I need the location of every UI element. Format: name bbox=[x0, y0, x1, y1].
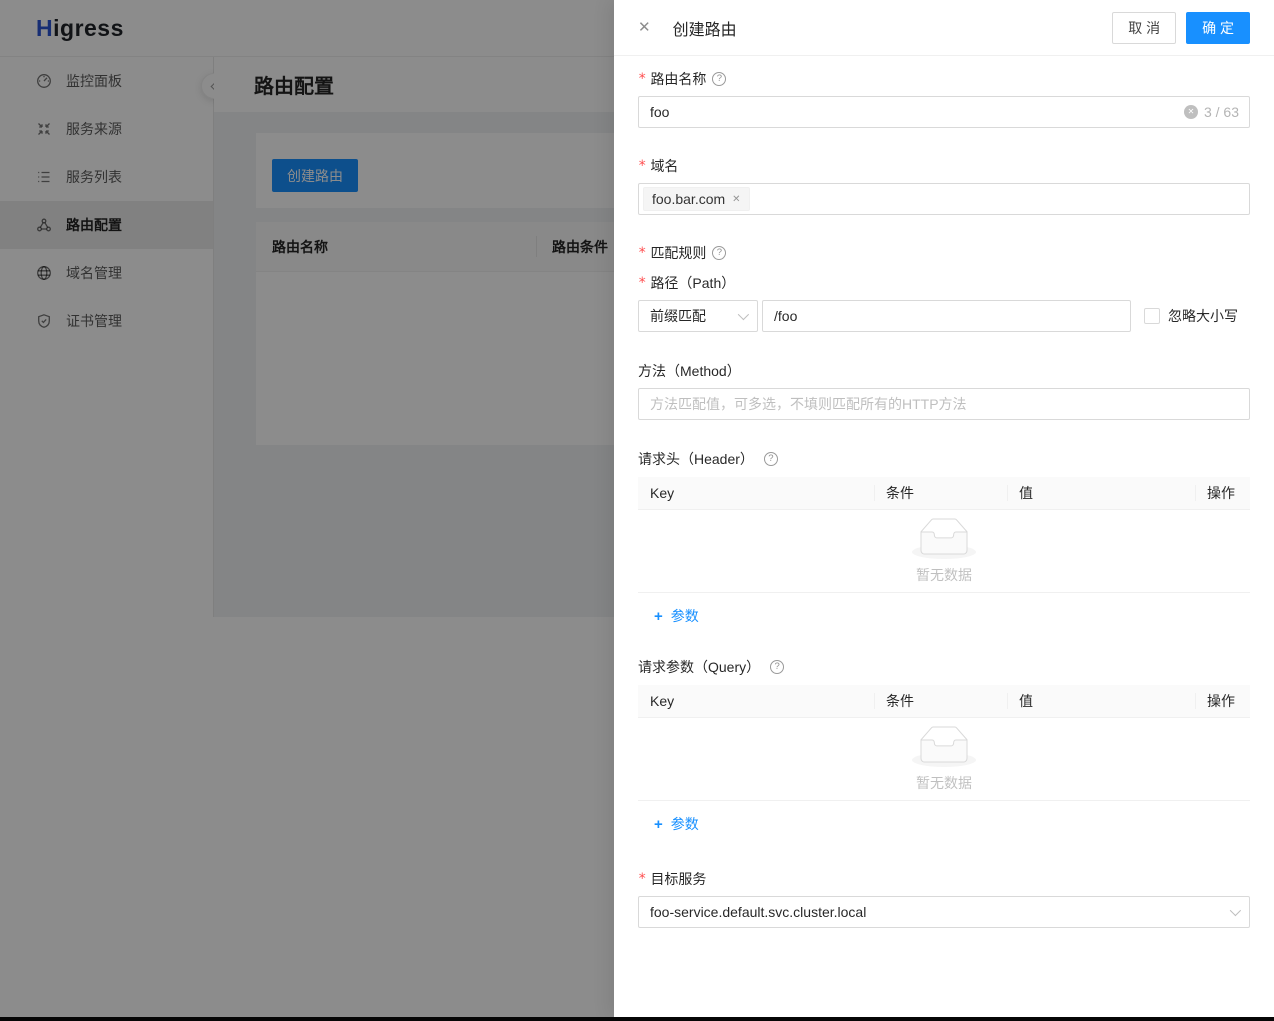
char-counter: 3 / 63 bbox=[1204, 104, 1239, 120]
match-rule-label: 匹配规则 bbox=[650, 243, 706, 263]
add-param-label: 参数 bbox=[671, 814, 699, 834]
header-label-row: 请求头（Header） ? bbox=[638, 448, 1250, 470]
help-icon[interactable]: ? bbox=[712, 72, 726, 86]
header-table: Key 条件 值 操作 暂无数 bbox=[638, 477, 1250, 626]
plus-icon: + bbox=[654, 608, 663, 625]
route-name-suffix: ✕ 3 / 63 bbox=[1184, 104, 1239, 120]
query-table-empty: 暂无数据 bbox=[638, 718, 1250, 801]
target-service-select[interactable]: foo-service.default.svc.cluster.local bbox=[638, 896, 1250, 928]
col-actions: 操作 bbox=[1195, 685, 1250, 717]
target-service-value: foo-service.default.svc.cluster.local bbox=[650, 904, 866, 920]
help-icon[interactable]: ? bbox=[712, 246, 726, 260]
col-key: Key bbox=[638, 685, 874, 717]
empty-text: 暂无数据 bbox=[916, 773, 972, 793]
ignore-case-label: 忽略大小写 bbox=[1168, 306, 1238, 326]
route-name-label-row: * 路由名称 ? bbox=[638, 68, 1250, 90]
tag-remove-icon[interactable]: ✕ bbox=[732, 194, 740, 205]
route-name-label: 路由名称 bbox=[650, 69, 706, 89]
screen: Higress 监控面板 服务来源 服务列表 bbox=[0, 0, 1274, 1021]
required-mark: * bbox=[638, 871, 646, 887]
path-match-type-select[interactable]: 前缀匹配 bbox=[638, 300, 758, 332]
chevron-down-icon bbox=[1230, 905, 1241, 916]
empty-box-icon bbox=[912, 518, 976, 559]
empty-text: 暂无数据 bbox=[916, 565, 972, 585]
clear-icon[interactable]: ✕ bbox=[1184, 105, 1198, 119]
help-icon[interactable]: ? bbox=[770, 660, 784, 674]
path-match-type-value: 前缀匹配 bbox=[650, 306, 706, 326]
close-icon[interactable]: ✕ bbox=[638, 20, 651, 35]
chevron-down-icon bbox=[738, 309, 749, 320]
add-param-label: 参数 bbox=[671, 606, 699, 626]
confirm-button[interactable]: 确 定 bbox=[1186, 12, 1250, 44]
method-label-row: 方法（Method） bbox=[638, 360, 1250, 382]
domain-tag: foo.bar.com ✕ bbox=[643, 187, 750, 211]
drawer-header: ✕ 创建路由 取 消 确 定 bbox=[614, 0, 1274, 56]
ignore-case-checkbox[interactable] bbox=[1144, 308, 1160, 324]
create-route-drawer: ✕ 创建路由 取 消 确 定 * 路由名称 ? ✕ 3 / 63 bbox=[614, 0, 1274, 1017]
col-value: 值 bbox=[1007, 685, 1195, 717]
empty-box-icon bbox=[912, 726, 976, 767]
required-mark: * bbox=[638, 71, 646, 87]
drawer-mask[interactable] bbox=[0, 0, 614, 1017]
cancel-button[interactable]: 取 消 bbox=[1112, 12, 1176, 44]
help-icon[interactable]: ? bbox=[764, 452, 778, 466]
query-label-row: 请求参数（Query） ? bbox=[638, 656, 1250, 678]
col-actions: 操作 bbox=[1195, 477, 1250, 509]
path-row: 前缀匹配 忽略大小写 bbox=[638, 300, 1250, 332]
domain-label-row: * 域名 bbox=[638, 155, 1250, 177]
required-mark: * bbox=[638, 158, 646, 174]
target-service-label-row: * 目标服务 bbox=[638, 868, 1250, 890]
route-name-field: ✕ 3 / 63 bbox=[638, 96, 1250, 128]
query-section-label: 请求参数（Query） bbox=[638, 657, 760, 677]
required-mark: * bbox=[638, 245, 646, 261]
required-mark: * bbox=[638, 275, 646, 291]
col-key: Key bbox=[638, 477, 874, 509]
domain-label: 域名 bbox=[650, 156, 678, 176]
domain-select[interactable]: foo.bar.com ✕ bbox=[638, 183, 1250, 215]
drawer-title: 创建路由 bbox=[673, 16, 737, 40]
header-add-row: + 参数 bbox=[638, 593, 1250, 626]
path-label-row: * 路径（Path） bbox=[638, 272, 1250, 294]
drawer-body: * 路由名称 ? ✕ 3 / 63 * 域名 foo.bar.com ✕ bbox=[614, 56, 1274, 952]
header-table-head: Key 条件 值 操作 bbox=[638, 477, 1250, 510]
method-input[interactable] bbox=[638, 388, 1250, 420]
query-table: Key 条件 值 操作 暂无数 bbox=[638, 685, 1250, 834]
add-query-param-button[interactable]: + 参数 bbox=[654, 814, 699, 834]
plus-icon: + bbox=[654, 816, 663, 833]
col-condition: 条件 bbox=[874, 685, 1007, 717]
col-value: 值 bbox=[1007, 477, 1195, 509]
header-section-label: 请求头（Header） bbox=[638, 449, 754, 469]
path-label: 路径（Path） bbox=[650, 273, 735, 293]
match-rule-label-row: * 匹配规则 ? bbox=[638, 242, 1250, 264]
method-label: 方法（Method） bbox=[638, 361, 741, 381]
add-header-param-button[interactable]: + 参数 bbox=[654, 606, 699, 626]
target-service-label: 目标服务 bbox=[650, 869, 706, 889]
header-table-empty: 暂无数据 bbox=[638, 510, 1250, 593]
path-input[interactable] bbox=[762, 300, 1131, 332]
col-condition: 条件 bbox=[874, 477, 1007, 509]
domain-tag-text: foo.bar.com bbox=[652, 191, 725, 207]
query-add-row: + 参数 bbox=[638, 801, 1250, 834]
query-table-head: Key 条件 值 操作 bbox=[638, 685, 1250, 718]
route-name-input[interactable] bbox=[638, 96, 1250, 128]
ignore-case-option: 忽略大小写 bbox=[1144, 306, 1238, 326]
screen-bottom-bar bbox=[0, 1017, 1274, 1021]
